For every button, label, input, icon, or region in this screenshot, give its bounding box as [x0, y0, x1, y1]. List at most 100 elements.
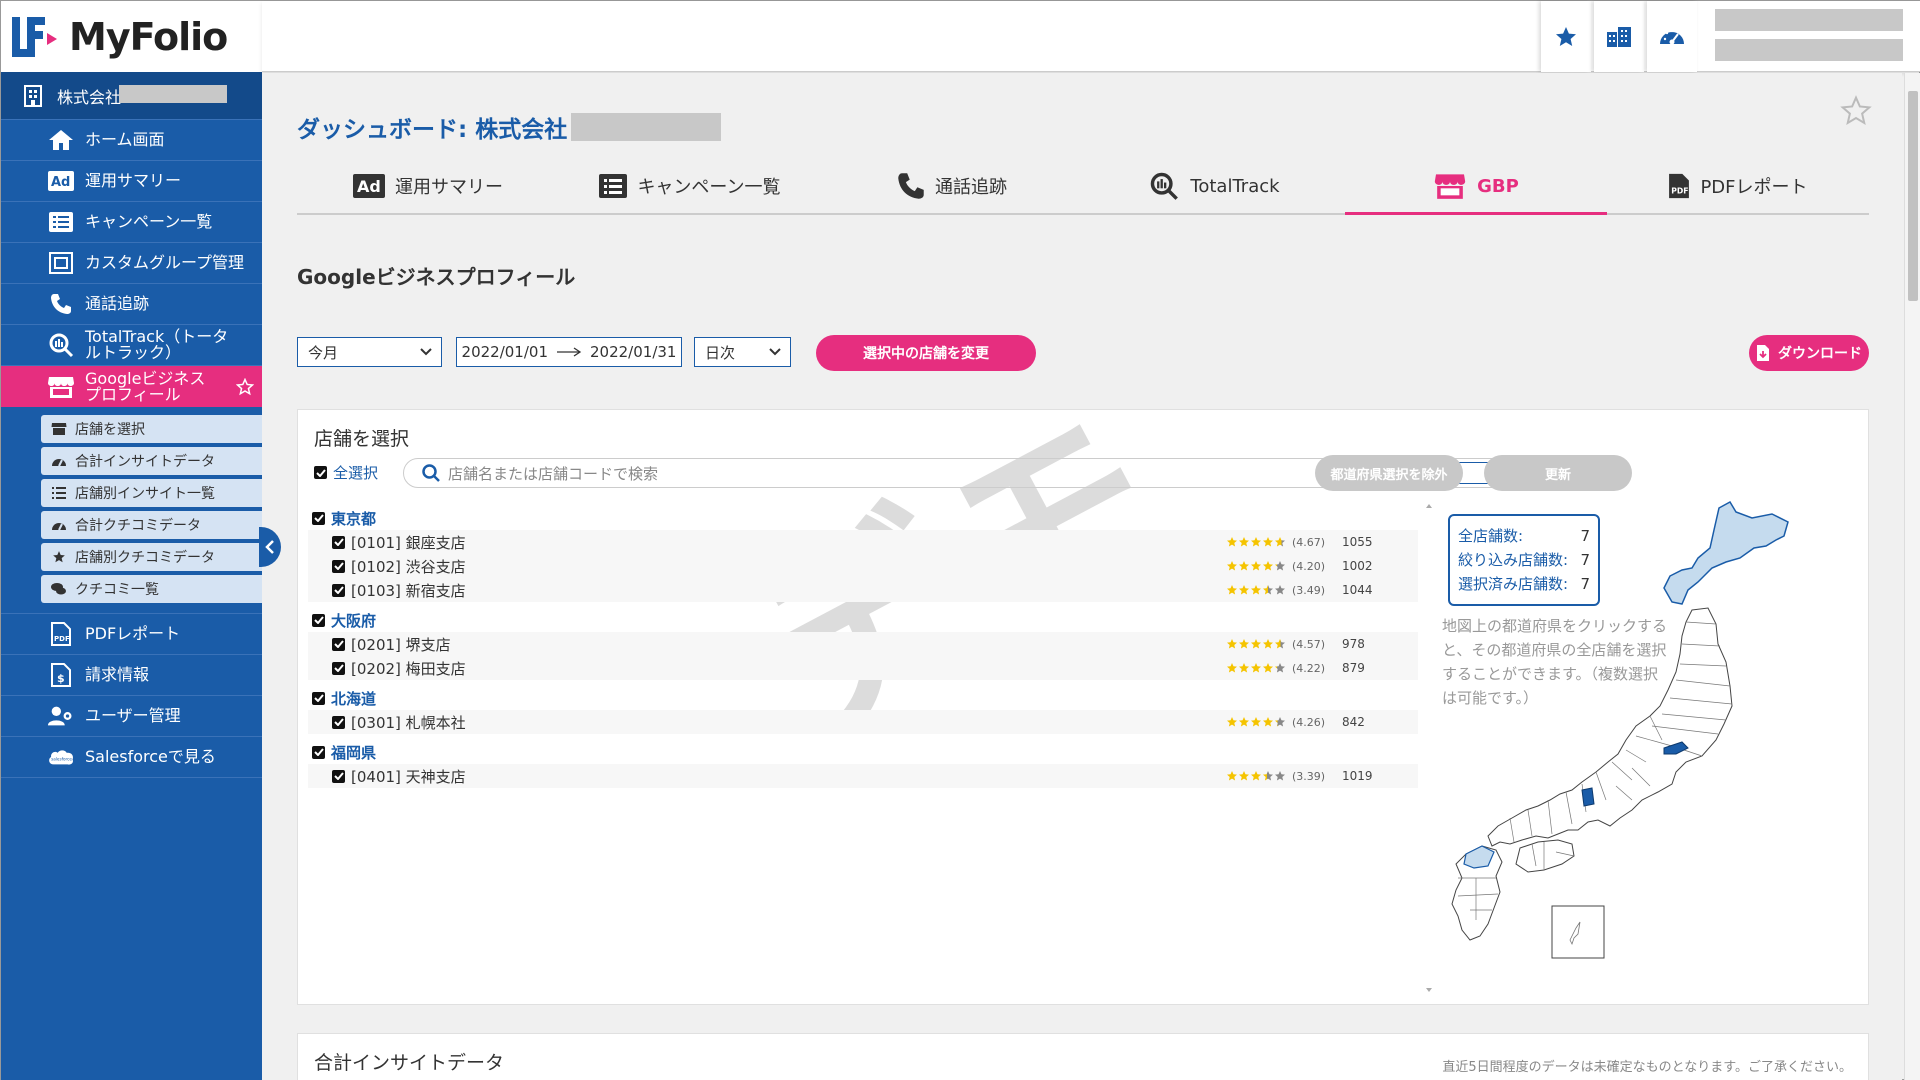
japan-prefecture-map[interactable]: [1436, 500, 1856, 1000]
dashboard-button[interactable]: [1647, 1, 1697, 72]
select-all-checkbox[interactable]: 全選択: [314, 462, 378, 483]
company-selector[interactable]: 株式会社: [1, 72, 262, 120]
sidebar-item-label: TotalTrack（トータルトラック）: [85, 327, 229, 362]
subnav-item-store-reviews[interactable]: 店舗別クチコミデータ: [41, 543, 262, 571]
checkbox-checked[interactable]: [332, 559, 345, 573]
tab-summary[interactable]: Ad 運用サマリー: [297, 159, 559, 213]
subnav-label: 合計クチコミデータ: [75, 518, 201, 534]
salesforce-icon: salesforce: [47, 743, 75, 771]
tab-label: TotalTrack: [1190, 175, 1280, 197]
checkbox-checked[interactable]: [312, 613, 325, 627]
sidebar-item-summary[interactable]: Ad 運用サマリー: [1, 161, 262, 202]
store-row[interactable]: [0202] 梅田支店 (4.22) 879: [308, 656, 1418, 680]
sidebar-item-users[interactable]: ユーザー管理: [1, 696, 262, 737]
granularity-select[interactable]: 日次: [694, 337, 791, 367]
exclude-prefecture-button[interactable]: 都道府県選択を除外: [1315, 455, 1463, 491]
rating-star-icon: [1239, 561, 1249, 571]
checkbox-checked[interactable]: [332, 583, 345, 597]
favorite-page-button[interactable]: [1840, 95, 1872, 127]
review-count: 842: [1342, 715, 1365, 729]
prefecture-group-row[interactable]: 東京都: [308, 506, 1418, 530]
favorites-button[interactable]: [1541, 1, 1591, 72]
store-row[interactable]: [0201] 堺支店 (4.57) 978: [308, 632, 1418, 656]
ad-icon: Ad: [353, 174, 385, 198]
sidebar-item-label: ユーザー管理: [85, 706, 181, 725]
store-row[interactable]: [0301] 札幌本社 (4.26) 842: [308, 710, 1418, 734]
sidebar-item-campaigns[interactable]: キャンペーン一覧: [1, 202, 262, 243]
company-switch-button[interactable]: [1594, 1, 1644, 72]
app-logo[interactable]: MyFolio: [1, 1, 262, 72]
gauge-icon: [51, 453, 67, 469]
page-scrollbar[interactable]: [1904, 73, 1920, 1080]
store-row[interactable]: [0102] 渋谷支店 (4.20) 1002: [308, 554, 1418, 578]
sidebar-item-pdf-report[interactable]: PDF PDFレポート: [1, 614, 262, 655]
tab-label: PDFレポート: [1700, 177, 1808, 198]
select-all-label: 全選択: [333, 464, 379, 482]
checkbox-checked[interactable]: [312, 691, 325, 705]
rating-star-icon: [1239, 771, 1249, 781]
store-label: [0301] 札幌本社: [351, 713, 466, 732]
tab-totaltrack[interactable]: TotalTrack: [1083, 159, 1345, 213]
prefecture-group-row[interactable]: 北海道: [308, 686, 1418, 710]
prefecture-group-row[interactable]: 大阪府: [308, 608, 1418, 632]
store-list-scrollbar[interactable]: [1423, 500, 1435, 996]
checkbox-checked[interactable]: [332, 715, 345, 729]
sidebar-item-label: 通話追跡: [85, 294, 150, 313]
sidebar-item-home[interactable]: ホーム画面: [1, 120, 262, 161]
date-range-picker[interactable]: 2022/01/01 2022/01/31: [456, 337, 682, 367]
sidebar-item-call-tracking[interactable]: 通話追跡: [1, 284, 262, 325]
rating-value: (3.49): [1292, 583, 1326, 597]
download-button[interactable]: ダウンロード: [1749, 335, 1869, 371]
map-hokkaido: [1663, 500, 1789, 605]
checkbox-checked[interactable]: [332, 769, 345, 783]
user-info-redacted[interactable]: [1715, 9, 1903, 69]
svg-text:$: $: [57, 672, 65, 685]
tab-gbp[interactable]: GBP: [1345, 159, 1607, 215]
search-placeholder: 店舗名または店舗コードで検索: [448, 464, 659, 483]
update-button[interactable]: 更新: [1484, 455, 1632, 491]
checkbox-checked[interactable]: [312, 511, 325, 525]
store-row[interactable]: [0101] 銀座支店 (4.67) 1055: [308, 530, 1418, 554]
total-insight-panel: 合計インサイトデータ 直近5日間程度のデータは未確定なものとなります。ご了承くだ…: [297, 1033, 1869, 1080]
top-bar: [262, 1, 1920, 72]
subnav-item-total-insight[interactable]: 合計インサイトデータ: [41, 447, 262, 475]
sidebar-item-gbp[interactable]: Googleビジネスプロフィール: [1, 366, 262, 407]
building-icon: [24, 84, 42, 107]
prefecture-group-row[interactable]: 福岡県: [308, 740, 1418, 764]
subnav-item-store-select[interactable]: 店舗を選択: [41, 415, 262, 443]
sidebar-item-salesforce[interactable]: salesforce Salesforceで見る: [1, 737, 262, 778]
rating-star-icon: [1251, 561, 1261, 571]
checkbox-checked[interactable]: [332, 661, 345, 675]
checkbox-checked[interactable]: [332, 637, 345, 651]
sidebar-item-totaltrack[interactable]: TotalTrack（トータルトラック）: [1, 325, 262, 366]
subnav-item-total-reviews[interactable]: 合計クチコミデータ: [41, 511, 262, 539]
store-row[interactable]: [0401] 天神支店 (3.39) 1019: [308, 764, 1418, 788]
users-icon: [47, 702, 75, 730]
rating-star-icon: [1227, 771, 1237, 781]
rating-star-icon: [1251, 537, 1261, 547]
sidebar-item-billing[interactable]: $ 請求情報: [1, 655, 262, 696]
tab-call-tracking[interactable]: 通話追跡: [821, 159, 1083, 213]
page-scrollbar-thumb[interactable]: [1908, 91, 1918, 301]
favorite-star-icon[interactable]: [236, 377, 254, 396]
subnav-item-store-insight[interactable]: 店舗別インサイト一覧: [41, 479, 262, 507]
rating-star-icon: [1263, 537, 1273, 547]
rating-star-icon: [1239, 717, 1249, 727]
change-stores-label: 選択中の店舗を変更: [863, 346, 989, 362]
checkbox-checked[interactable]: [314, 466, 327, 479]
tab-campaigns[interactable]: キャンペーン一覧: [559, 159, 821, 213]
store-row[interactable]: [0103] 新宿支店 (3.49) 1044: [308, 578, 1418, 602]
checkbox-checked[interactable]: [312, 745, 325, 759]
period-select[interactable]: 今月: [297, 337, 442, 367]
checkbox-checked[interactable]: [332, 535, 345, 549]
page-title: ダッシュボード: 株式会社: [297, 110, 722, 144]
tab-pdf-report[interactable]: PDF PDFレポート: [1607, 159, 1869, 213]
change-stores-button[interactable]: 選択中の店舗を変更: [816, 335, 1036, 371]
panel-title: 店舗を選択: [314, 428, 410, 450]
subnav-label: 店舗別インサイト一覧: [75, 486, 215, 502]
rating-star-icon: [1227, 639, 1237, 649]
invoice-icon: $: [47, 661, 75, 689]
subnav-item-review-list[interactable]: クチコミ一覧: [41, 575, 262, 603]
store-rating: (3.49): [1226, 584, 1325, 597]
sidebar-item-custom-groups[interactable]: カスタムグループ管理: [1, 243, 262, 284]
